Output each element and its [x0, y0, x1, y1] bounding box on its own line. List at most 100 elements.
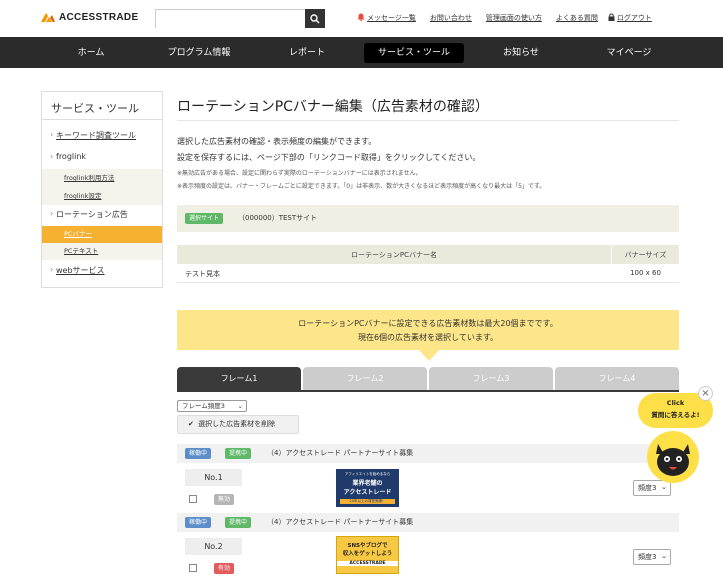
sidebar-title: サービス・ツール: [42, 92, 162, 120]
item-checkbox[interactable]: [189, 495, 197, 503]
banner-text: アクセストレード: [343, 489, 392, 496]
chevron-right-icon: ›: [50, 265, 54, 274]
banner-text: ACCESSTRADE: [337, 561, 398, 566]
search-button[interactable]: [305, 9, 325, 28]
sidebar-item-web-service[interactable]: › webサービス: [42, 265, 162, 281]
priority-value: 頻度3: [638, 484, 657, 492]
status-badge: 稼働中: [185, 517, 212, 528]
tab-frame-3[interactable]: フレーム3: [429, 367, 553, 390]
nav-item-services[interactable]: サービス・ツール: [364, 43, 464, 63]
nav-item-home[interactable]: ホーム: [60, 43, 122, 63]
bell-icon: [357, 13, 365, 21]
sidebar: サービス・ツール › キーワード調査ツール › froglink froglin…: [41, 91, 163, 288]
sidebar-item-froglink-settings[interactable]: froglink設定: [42, 187, 162, 205]
sidebar-item-rotation-ads[interactable]: › ローテーション広告: [42, 209, 162, 225]
close-icon[interactable]: ×: [698, 386, 713, 401]
ad-item-header: 稼働中 提携中 （4）アクセストレード パートナーサイト募集: [177, 444, 679, 463]
sidebar-item-keyword-tool[interactable]: › キーワード調査ツール: [42, 130, 162, 146]
sidebar-item-label: froglink: [56, 152, 87, 161]
chevron-down-icon: ⌄: [661, 552, 667, 560]
banner-image[interactable]: アフィリエイトを始めるなら 業界老舗の アクセストレード 20年以上の運営実績！: [336, 469, 399, 507]
title-divider: [177, 120, 679, 121]
search-input[interactable]: [156, 14, 306, 32]
item-number: No.1: [185, 469, 242, 486]
sidebar-item-pc-text[interactable]: PCテキスト: [42, 243, 162, 260]
banner-table-header: ローテーションPCバナー名 バナーサイズ: [177, 245, 679, 264]
status-badge: 稼働中: [185, 448, 212, 459]
table-row: テスト見本 100 x 60: [177, 264, 679, 283]
notice-line-1: ローテーションPCバナーに設定できる広告素材数は最大20個までです。: [298, 319, 558, 328]
table-header-name: ローテーションPCバナー名: [351, 251, 437, 259]
global-nav: ホーム プログラム情報 レポート サービス・ツール お知らせ マイページ: [0, 37, 723, 68]
logo[interactable]: ACCESSTRADE: [41, 12, 138, 23]
header: ACCESSTRADE メッセージ一覧 お問い合わせ 管理画面の使い方 よくある…: [0, 0, 723, 37]
delete-selected-label: 選択した広告素材を削除: [198, 420, 276, 428]
ad-item-body: No.2 有効 SNSやブログで 収入をゲットしよう ACCESSTRADE 頻…: [177, 532, 679, 582]
sidebar-item-label: ローテーション広告: [56, 210, 128, 219]
header-links: メッセージ一覧 お問い合わせ 管理画面の使い方 よくある質問 ログアウト: [357, 13, 652, 23]
nav-item-report[interactable]: レポート: [276, 43, 338, 63]
notice-arrow: [418, 349, 440, 361]
priority-value: 頻度3: [638, 553, 657, 561]
frame-frequency-select[interactable]: フレーム頻度3 ⌄: [177, 400, 247, 412]
delete-selected-button[interactable]: ✔ 選択した広告素材を削除: [177, 415, 299, 434]
search-icon: [310, 13, 320, 24]
selected-site-name: （000000）TESTサイト: [238, 214, 318, 222]
tab-underline: [177, 390, 679, 392]
chevron-down-icon: ⌄: [237, 402, 243, 410]
header-link-contact[interactable]: お問い合わせ: [430, 13, 472, 23]
sidebar-item-froglink-howto[interactable]: froglink利用方法: [42, 169, 162, 187]
lock-icon: [608, 13, 615, 21]
validity-badge: 無効: [214, 494, 235, 505]
chevron-right-icon: ›: [50, 130, 54, 139]
validity-badge: 有効: [214, 563, 235, 574]
program-name: （4）アクセストレード パートナーサイト募集: [267, 518, 414, 526]
check-icon: ✔: [188, 420, 194, 428]
header-link-faq[interactable]: よくある質問: [556, 13, 598, 23]
nav-item-news[interactable]: お知らせ: [490, 43, 552, 63]
tab-frame-4[interactable]: フレーム4: [555, 367, 679, 390]
description-line-2: 設定を保存するには、ページ下部の「リンクコード取得」をクリックしてください。: [177, 153, 481, 162]
header-link-guide[interactable]: 管理画面の使い方: [486, 13, 542, 23]
ad-item-header: 稼働中 提携中 （4）アクセストレード パートナーサイト募集: [177, 513, 679, 532]
sidebar-item-pc-banner[interactable]: PCバナー: [42, 226, 162, 243]
partner-badge: 提携中: [225, 448, 252, 459]
banner-text: アフィリエイトを始めるなら: [344, 472, 391, 476]
selected-site-tag: 選択サイト: [185, 213, 224, 224]
nav-item-mypage[interactable]: マイページ: [594, 43, 664, 63]
note-line-2: ※表示頻度の設定は、バナー・フレームごとに設定できます。「0」は非表示、数が大き…: [177, 183, 546, 190]
banner-text: 20年以上の運営実績！: [340, 499, 395, 504]
ad-item-body: No.1 無効 アフィリエイトを始めるなら 業界老舗の アクセストレード 20年…: [177, 463, 679, 513]
table-header-size: バナーサイズ: [624, 251, 667, 259]
item-checkbox[interactable]: [189, 564, 197, 572]
chevron-right-icon: ›: [50, 152, 54, 161]
tab-frame-1[interactable]: フレーム1: [177, 367, 301, 390]
selected-site-box: 選択サイト （000000）TESTサイト: [177, 205, 679, 232]
logo-mark-icon: [41, 13, 55, 22]
description-line-1: 選択した広告素材の確認・表示頻度の編集ができます。: [177, 137, 377, 146]
search-box: [155, 9, 325, 32]
limit-notice: ローテーションPCバナーに設定できる広告素材数は最大20個までです。 現在6個の…: [177, 310, 679, 350]
frame-tabs: フレーム1 フレーム2 フレーム3 フレーム4: [177, 367, 679, 390]
header-link-logout[interactable]: ログアウト: [617, 13, 652, 23]
priority-select[interactable]: 頻度3 ⌄: [633, 549, 671, 565]
help-bubble-line-2: 質問に答えるよ!: [651, 411, 700, 419]
sidebar-item-froglink[interactable]: › froglink: [42, 152, 162, 168]
partner-badge: 提携中: [225, 517, 252, 528]
program-name: （4）アクセストレード パートナーサイト募集: [267, 449, 414, 457]
frame-frequency-value: フレーム頻度3: [182, 402, 225, 410]
tab-frame-2[interactable]: フレーム2: [303, 367, 427, 390]
chevron-right-icon: ›: [50, 209, 54, 218]
header-link-messages[interactable]: メッセージ一覧: [367, 13, 416, 23]
banner-text: 収入をゲットしよう: [342, 551, 393, 557]
table-cell-name: テスト見本: [185, 270, 220, 278]
item-number: No.2: [185, 538, 242, 555]
sidebar-item-label: キーワード調査ツール: [56, 131, 136, 140]
banner-image[interactable]: SNSやブログで 収入をゲットしよう ACCESSTRADE: [336, 536, 399, 574]
notice-line-2: 現在6個の広告素材を選択しています。: [357, 333, 499, 342]
banner-text: SNSやブログで: [347, 543, 388, 549]
nav-item-programs[interactable]: プログラム情報: [158, 43, 240, 63]
table-cell-size: 100 x 60: [630, 269, 661, 277]
cat-mascot-icon[interactable]: [646, 430, 700, 484]
sidebar-item-label: webサービス: [56, 266, 105, 275]
